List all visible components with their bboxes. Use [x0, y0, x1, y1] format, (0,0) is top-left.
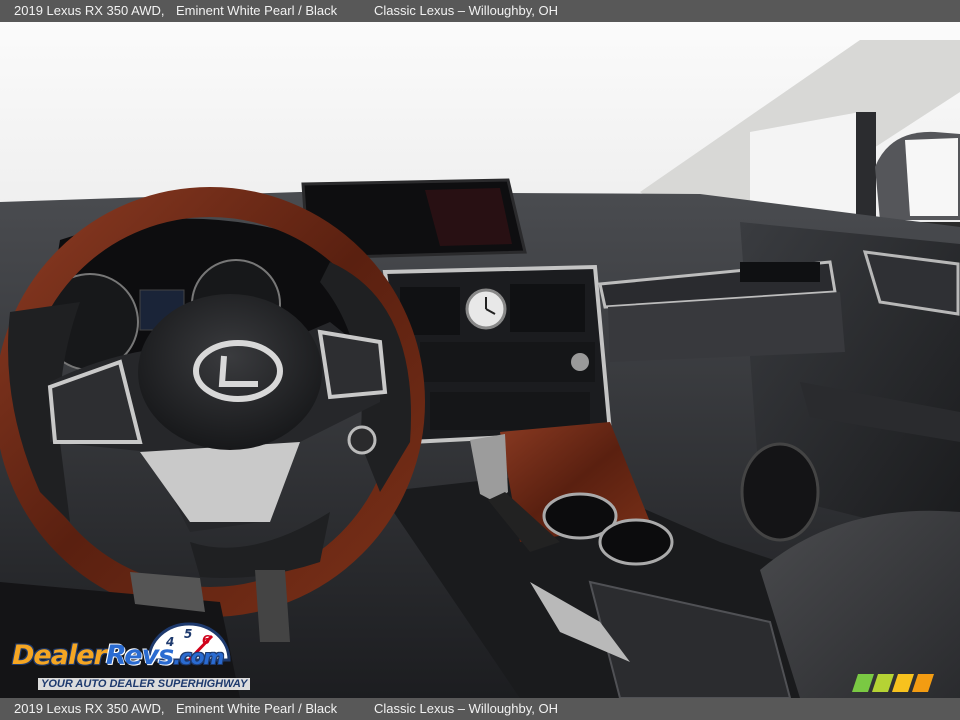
caption-bar-bottom: 2019 Lexus RX 350 AWD, Eminent White Pea… — [0, 698, 960, 720]
watermark-brand: DealerRevs.com — [12, 640, 224, 671]
interior-photo — [0, 22, 960, 698]
interior-photo-drawing — [0, 22, 960, 698]
watermark-brand-b: Revs — [105, 640, 174, 671]
caption-colors: Eminent White Pearl / Black — [176, 3, 338, 18]
caption-vehicle: 2019 Lexus RX 350 AWD, — [14, 701, 165, 716]
caption-colors: Eminent White Pearl / Black — [176, 701, 338, 716]
caption-bar-top: 2019 Lexus RX 350 AWD, Eminent White Pea… — [0, 0, 960, 22]
gauge-digit: 5 — [184, 627, 192, 641]
dealerrevs-watermark: 4 5 6 DealerRevs.com YOUR AUTO DEALER SU… — [12, 622, 272, 694]
dealer-stripe-logo-icon — [852, 674, 934, 692]
caption-dealer: Classic Lexus – Willoughby, OH — [374, 3, 558, 18]
watermark-brand-c: .com — [173, 645, 224, 669]
watermark-brand-a: Dealer — [12, 640, 107, 671]
caption-vehicle: 2019 Lexus RX 350 AWD, — [14, 3, 165, 18]
watermark-tagline: YOUR AUTO DEALER SUPERHIGHWAY — [38, 678, 251, 690]
caption-dealer: Classic Lexus – Willoughby, OH — [374, 701, 558, 716]
